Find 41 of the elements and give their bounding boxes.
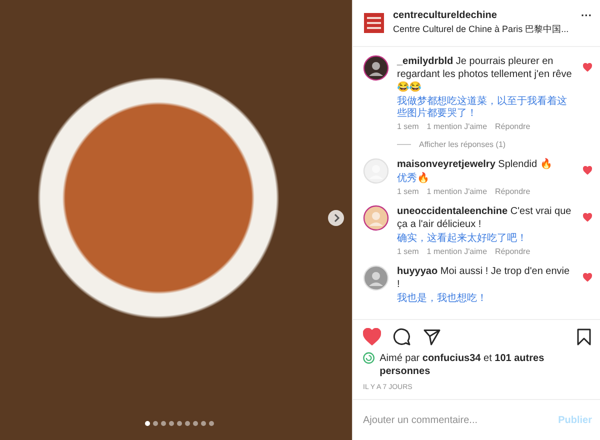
- liked-by-text: Aimé par confucius34 et 101 autres personnes: [380, 352, 546, 378]
- comment-text: maisonveyretjewelry Splendid 🔥: [397, 158, 553, 171]
- reply-link[interactable]: Répondre: [495, 187, 530, 196]
- comment-time: 1 sem: [397, 247, 419, 256]
- carousel-dot[interactable]: [161, 421, 166, 426]
- comment-icon[interactable]: [393, 328, 411, 346]
- carousel-dot[interactable]: [193, 421, 198, 426]
- comment-time: 1 sem: [397, 122, 419, 131]
- view-replies-link[interactable]: Afficher les réponses (1): [419, 140, 506, 149]
- logo-icon[interactable]: [363, 12, 385, 34]
- heart-icon[interactable]: [583, 63, 592, 72]
- reply-link[interactable]: Répondre: [495, 247, 530, 256]
- carousel-dot[interactable]: [201, 421, 206, 426]
- translation-text: 优秀🔥: [397, 173, 430, 185]
- bookmark-icon[interactable]: [576, 328, 592, 346]
- carousel-dot[interactable]: [185, 421, 190, 426]
- comment-text: uneoccidentaleenchine C'est vrai que ça a l'air délicieux !: [397, 205, 572, 231]
- likes-count[interactable]: 1 mention J'aime: [426, 187, 488, 196]
- avatar[interactable]: [363, 55, 389, 81]
- account-subtitle: Centre Culturel de Chine à Paris 巴黎中国...: [393, 23, 570, 36]
- translation-text: 我做梦都想吃这道菜，以至于我看着这些图片都要哭了！: [397, 96, 568, 120]
- heart-icon[interactable]: [363, 328, 381, 346]
- translation-text: 我也是，我也想吃！: [397, 293, 488, 305]
- comment-time: 1 sem: [397, 187, 419, 196]
- carousel-dot[interactable]: [153, 421, 158, 426]
- translation-text: 确实，这看起来太好吃了吧！: [397, 233, 528, 245]
- carousel-dot[interactable]: [177, 421, 182, 426]
- carousel-dot[interactable]: [169, 421, 174, 426]
- heart-icon[interactable]: [583, 213, 592, 222]
- comment-text: _emilydrbld Je pourrais pleurer en regardant les photos tellement j'en rêve 😂😂: [397, 55, 573, 94]
- carousel-dot[interactable]: [145, 421, 150, 426]
- heart-icon[interactable]: [583, 273, 592, 282]
- comment-text: huyyyao Moi aussi ! Je trop d'en envie !: [397, 265, 571, 291]
- send-icon[interactable]: [423, 328, 441, 346]
- likes-count[interactable]: 1 mention J'aime: [426, 122, 488, 131]
- carousel-dot[interactable]: [209, 421, 214, 426]
- more-options[interactable]: ···: [581, 10, 592, 22]
- account-name[interactable]: centrecultureldechine: [393, 10, 573, 21]
- heart-icon[interactable]: [583, 166, 592, 175]
- reply-link[interactable]: Répondre: [495, 122, 530, 131]
- likes-count[interactable]: 1 mention J'aime: [426, 247, 488, 256]
